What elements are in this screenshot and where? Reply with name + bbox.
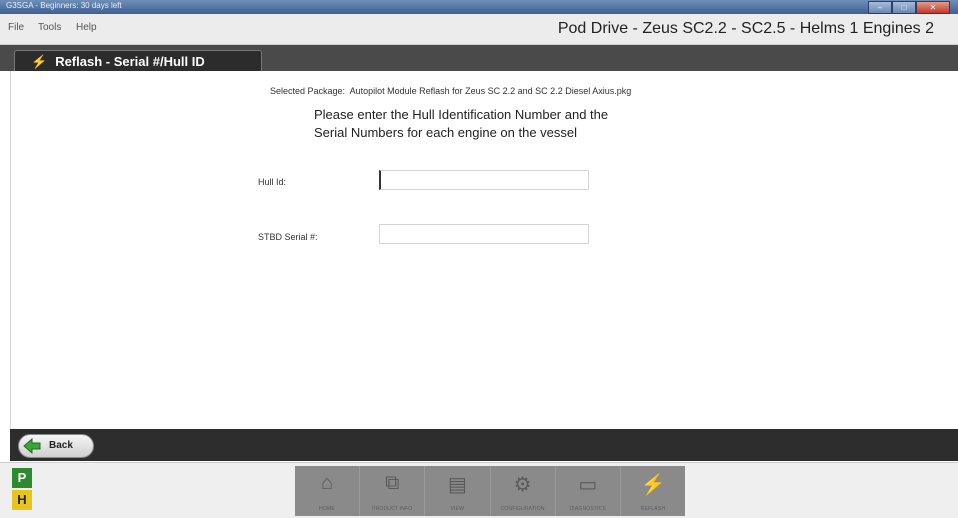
propulsion-indicator: P <box>12 468 32 488</box>
app-title: Pod Drive - Zeus SC2.2 - SC2.5 - Helms 1… <box>557 20 934 37</box>
view-icon: ▤ <box>447 474 467 496</box>
home-icon: ⌂ <box>321 472 334 494</box>
toolbar-home[interactable]: ⌂ HOME <box>295 466 361 516</box>
window-title-bar: G3SGA - Beginners: 30 days left – □ ✕ <box>0 0 958 14</box>
menu-bar: File Tools Help Pod Drive - Zeus SC2.2 -… <box>0 14 958 45</box>
toolbar-product-info-label: PRODUCT INFO <box>372 506 413 512</box>
maximize-button[interactable]: □ <box>892 1 916 14</box>
menu-file[interactable]: File <box>8 22 24 33</box>
step-title: Reflash - Serial #/Hull ID <box>55 54 205 69</box>
toolbar-diagnostics-label: DIAGNOSTICS <box>569 506 607 512</box>
footer: P H ⌂ HOME ⧉ PRODUCT INFO ▤ VIEW ⚙ CONFI… <box>0 462 958 518</box>
toolbar-configuration-label: CONFIGURATION <box>500 506 545 512</box>
step-header: ⚡ Reflash - Serial #/Hull ID <box>0 45 958 74</box>
diagnostics-icon: ▭ <box>578 474 598 496</box>
toolbar-home-label: HOME <box>319 506 335 512</box>
instruction-line-1: Please enter the Hull Identification Num… <box>314 107 609 122</box>
toolbar-product-info[interactable]: ⧉ PRODUCT INFO <box>360 466 426 516</box>
instruction-line-2: Serial Numbers for each engine on the ve… <box>314 125 578 140</box>
navigation-bar: Back <box>10 429 958 461</box>
lightning-bolt-icon: ⚡ <box>31 54 48 69</box>
instructions: Please enter the Hull Identification Num… <box>314 106 694 142</box>
main-toolbar: ⌂ HOME ⧉ PRODUCT INFO ▤ VIEW ⚙ CONFIGURA… <box>295 466 685 516</box>
menu-help[interactable]: Help <box>76 22 97 33</box>
minimize-button[interactable]: – <box>868 1 892 14</box>
hull-id-input[interactable] <box>379 170 589 190</box>
toolbar-view[interactable]: ▤ VIEW <box>425 466 491 516</box>
window-title: G3SGA - Beginners: 30 days left <box>6 1 122 10</box>
toolbar-reflash-label: REFLASH <box>640 506 666 512</box>
close-button[interactable]: ✕ <box>916 1 950 14</box>
stbd-serial-input[interactable] <box>379 224 589 244</box>
configuration-icon: ⚙ <box>513 474 532 496</box>
toolbar-configuration[interactable]: ⚙ CONFIGURATION <box>491 466 556 516</box>
back-label: Back <box>49 440 73 451</box>
toolbar-diagnostics[interactable]: ▭ DIAGNOSTICS <box>556 466 621 516</box>
main-content: Selected Package: Autopilot Module Refla… <box>10 71 958 429</box>
back-button[interactable]: Back <box>18 434 94 458</box>
package-label: Selected Package: <box>270 86 346 96</box>
menu-tools[interactable]: Tools <box>38 22 61 33</box>
selected-package: Selected Package: Autopilot Module Refla… <box>270 86 631 96</box>
stbd-serial-label: STBD Serial #: <box>258 232 318 242</box>
back-arrow-icon <box>23 438 41 454</box>
reflash-icon: ⚡ <box>640 474 666 496</box>
helm-indicator: H <box>12 490 32 510</box>
toolbar-view-label: VIEW <box>450 506 465 512</box>
window-controls: – □ ✕ <box>868 1 950 14</box>
package-name: Autopilot Module Reflash for Zeus SC 2.2… <box>349 86 632 96</box>
product-info-icon: ⧉ <box>385 472 400 494</box>
toolbar-reflash[interactable]: ⚡ REFLASH <box>621 466 685 516</box>
hull-id-label: Hull Id: <box>258 177 287 187</box>
